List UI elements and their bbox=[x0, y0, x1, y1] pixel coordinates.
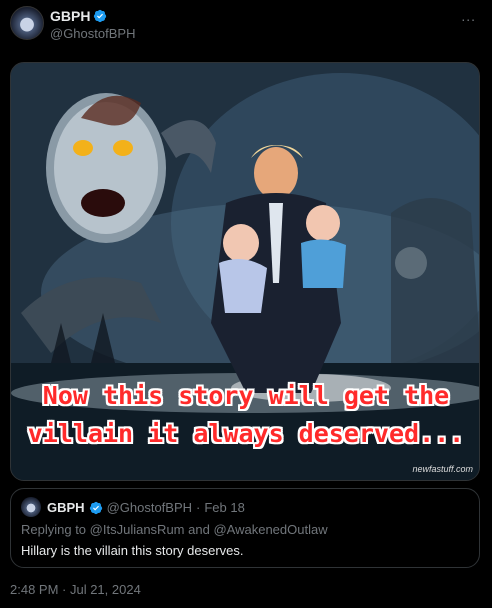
reply-prefix: Replying to bbox=[21, 522, 87, 537]
verified-badge-icon bbox=[89, 501, 102, 514]
quoted-post-header: GBPH @GhostofBPH · Feb 18 bbox=[47, 500, 245, 515]
post-timestamp[interactable]: 2:48 PM · Jul 21, 2024 bbox=[10, 582, 141, 597]
verified-badge-icon bbox=[94, 9, 107, 23]
more-options-icon[interactable]: ... bbox=[461, 8, 476, 24]
reply-user-link[interactable]: @AwakenedOutlaw bbox=[213, 522, 327, 537]
quoted-handle: @GhostofBPH bbox=[106, 500, 193, 515]
image-caption-line-2: villain it always deserved... bbox=[27, 419, 465, 448]
avatar[interactable] bbox=[10, 6, 44, 40]
reply-and: and bbox=[188, 522, 210, 537]
image-watermark: newfastuff.com bbox=[412, 464, 473, 474]
quoted-separator: · bbox=[196, 500, 201, 515]
reply-user-link[interactable]: @ItsJuliansRum bbox=[90, 522, 185, 537]
author-handle[interactable]: @GhostofBPH bbox=[50, 26, 135, 41]
display-name[interactable]: GBPH bbox=[50, 8, 90, 24]
image-caption-line-1: Now this story will get the bbox=[42, 381, 450, 410]
post-header: GBPH @GhostofBPH ... bbox=[10, 6, 482, 44]
quoted-avatar bbox=[21, 497, 41, 517]
quoted-display-name: GBPH bbox=[47, 500, 85, 515]
post-image[interactable]: Now this story will get the villain it a… bbox=[10, 62, 480, 481]
quoted-post[interactable]: GBPH @GhostofBPH · Feb 18 Replying to @I… bbox=[10, 488, 480, 568]
replying-to: Replying to @ItsJuliansRum and @Awakened… bbox=[21, 522, 328, 537]
quoted-post-text: Hillary is the villain this story deserv… bbox=[21, 543, 244, 558]
quoted-date: Feb 18 bbox=[204, 500, 245, 515]
author-name-row: GBPH bbox=[50, 8, 107, 24]
